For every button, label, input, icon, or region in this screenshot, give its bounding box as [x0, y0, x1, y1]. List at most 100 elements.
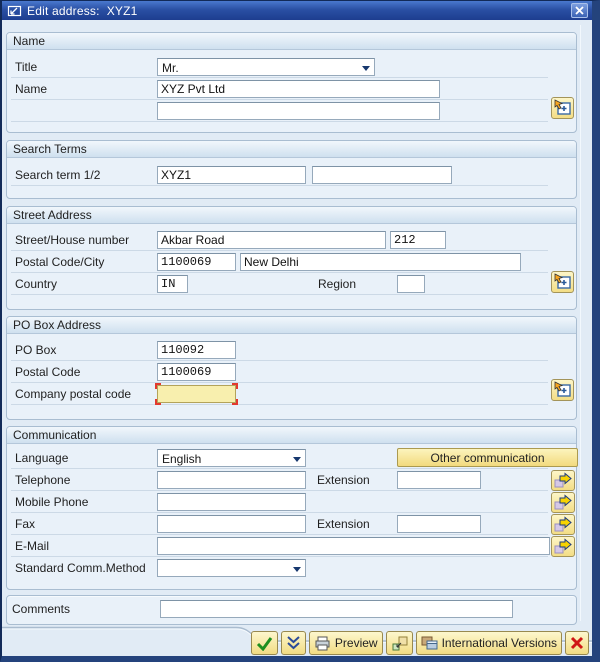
row-std-comm: Standard Comm.Method	[11, 559, 548, 579]
cancel-button[interactable]	[565, 631, 589, 655]
title-label: Title	[15, 60, 38, 74]
focus-corner	[155, 399, 161, 405]
pobox-more-fields-button[interactable]	[551, 379, 574, 401]
telephone-other-numbers-button[interactable]	[551, 470, 575, 491]
content-right-divider	[580, 25, 581, 621]
group-name: Name Title Mr. Name	[6, 32, 577, 133]
group-comments: Comments	[6, 595, 577, 625]
group-street-address: Street Address Street/House number Posta…	[6, 206, 577, 310]
arrow-right-icon	[553, 538, 573, 555]
row-search-term: Search term 1/2	[11, 166, 548, 186]
row-email: E-Mail	[11, 537, 550, 557]
group-name-header: Name	[7, 33, 576, 50]
pobox-input[interactable]	[157, 341, 236, 359]
group-street-header: Street Address	[7, 207, 576, 224]
search-term1-input[interactable]	[157, 166, 306, 184]
overlapping-boxes-icon	[391, 635, 408, 651]
pobox-postal-input[interactable]	[157, 363, 236, 381]
international-versions-button[interactable]: International Versions	[415, 631, 562, 655]
group-search-terms: Search Terms Search term 1/2	[6, 140, 577, 199]
region-input[interactable]	[397, 275, 425, 293]
close-x-icon	[575, 6, 584, 15]
other-communication-button[interactable]: Other communication	[397, 448, 578, 467]
street-input[interactable]	[157, 231, 386, 249]
chevron-down-icon	[293, 457, 301, 462]
fax-other-numbers-button[interactable]	[551, 514, 575, 535]
arrow-right-icon	[553, 472, 573, 489]
country-label: Country	[15, 277, 58, 291]
focus-corner	[232, 383, 238, 389]
telephone-extension-input[interactable]	[397, 471, 481, 489]
mobile-label: Mobile Phone	[15, 495, 89, 509]
fax-label: Fax	[15, 517, 36, 531]
search-term2-input[interactable]	[312, 166, 452, 184]
row-mobile: Mobile Phone	[11, 493, 548, 513]
focus-corner	[155, 383, 161, 389]
green-check-icon	[256, 636, 273, 651]
toolbar-buttons: Preview International Versions	[250, 631, 589, 655]
title-dropdown[interactable]: Mr.	[157, 58, 375, 76]
email-input[interactable]	[157, 537, 550, 555]
close-button[interactable]	[571, 3, 588, 18]
name2-input[interactable]	[157, 102, 440, 120]
email-label: E-Mail	[15, 539, 50, 553]
continue-button[interactable]	[250, 631, 278, 655]
preview-button-label: Preview	[334, 636, 378, 650]
mobile-other-numbers-button[interactable]	[551, 492, 575, 513]
house-number-input[interactable]	[390, 231, 446, 249]
pobox-label: PO Box	[15, 343, 57, 357]
stacked-windows-icon	[421, 636, 438, 651]
edit-window-icon	[7, 4, 22, 17]
group-pobox-header: PO Box Address	[7, 317, 576, 334]
more-fields-icon	[553, 273, 572, 291]
dialog-toolbar: Preview International Versions	[2, 626, 592, 656]
language-label: Language	[15, 451, 69, 465]
city-input[interactable]	[240, 253, 521, 271]
pobox-postal-label: Postal Code	[15, 365, 81, 379]
double-chevron-down-icon	[286, 635, 301, 651]
row-fax: Fax Extension	[11, 515, 548, 535]
preview-button[interactable]: Preview	[308, 631, 383, 655]
more-fields-icon	[553, 99, 572, 117]
country-input[interactable]	[157, 275, 188, 293]
more-fields-icon	[553, 381, 572, 399]
language-dropdown[interactable]: English	[157, 449, 306, 467]
mobile-input[interactable]	[157, 493, 306, 511]
comments-input[interactable]	[160, 600, 513, 618]
street-more-fields-button[interactable]	[551, 271, 574, 293]
printer-icon	[314, 636, 331, 651]
email-other-addresses-button[interactable]	[551, 536, 575, 557]
address-versions-button[interactable]	[385, 631, 413, 655]
row-comments: Comments	[11, 600, 548, 620]
chevron-down-icon	[362, 66, 370, 71]
std-comm-label: Standard Comm.Method	[15, 561, 146, 575]
row-name1: Name	[11, 80, 548, 100]
arrow-right-icon	[553, 516, 573, 533]
chevron-down-icon	[293, 567, 301, 572]
std-comm-dropdown[interactable]	[157, 559, 306, 577]
telephone-input[interactable]	[157, 471, 306, 489]
name-input[interactable]	[157, 80, 440, 98]
row-pobox-postal: Postal Code	[11, 363, 548, 383]
fax-input[interactable]	[157, 515, 306, 533]
telephone-extension-label: Extension	[317, 473, 370, 487]
titlebar: Edit address: XYZ1	[2, 1, 592, 20]
telephone-label: Telephone	[15, 473, 71, 487]
group-communication: Communication Language English Other com…	[6, 426, 578, 590]
row-name2	[11, 102, 548, 122]
search-term-label: Search term 1/2	[15, 168, 101, 182]
fax-extension-label: Extension	[317, 517, 370, 531]
arrow-right-icon	[553, 494, 573, 511]
row-telephone: Telephone Extension	[11, 471, 548, 491]
company-postal-label: Company postal code	[15, 387, 132, 401]
group-pobox-address: PO Box Address PO Box Postal Code Compan…	[6, 316, 577, 420]
group-search-header: Search Terms	[7, 141, 576, 158]
region-label: Region	[318, 277, 357, 291]
postal-code-input[interactable]	[157, 253, 236, 271]
dialog-title: Edit address: XYZ1	[27, 3, 138, 18]
name-more-fields-button[interactable]	[551, 97, 574, 119]
transfer-button[interactable]	[280, 631, 306, 655]
row-postal-city: Postal Code/City	[11, 253, 548, 273]
company-postal-input[interactable]	[157, 385, 236, 403]
fax-extension-input[interactable]	[397, 515, 481, 533]
